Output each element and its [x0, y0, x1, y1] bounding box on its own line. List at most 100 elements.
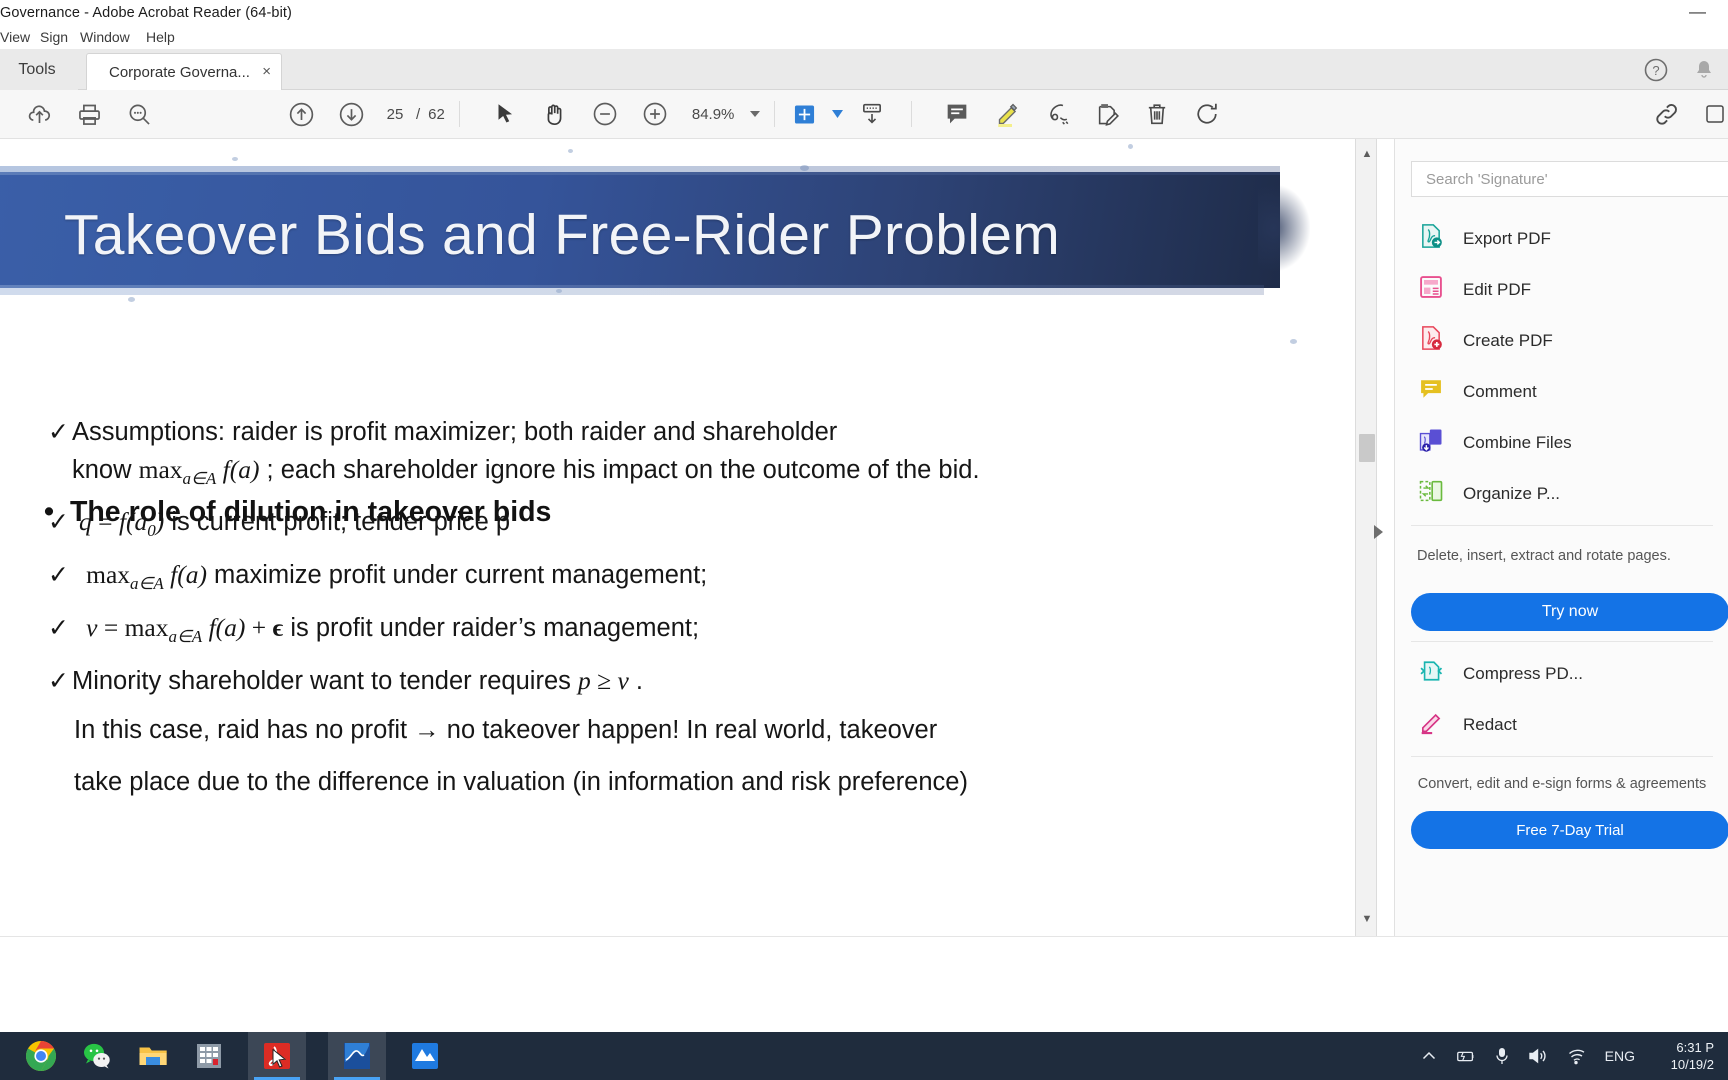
menu-item-window[interactable]: Window [80, 29, 130, 45]
wechat-taskbar-icon[interactable] [80, 1039, 114, 1073]
math-epsilon: ϵ [272, 613, 284, 642]
organize-promo-text: Delete, insert, extract and rotate pages… [1417, 548, 1671, 564]
show-hidden-icons[interactable] [1420, 1047, 1438, 1065]
window-title: Governance - Adobe Acrobat Reader (64-bi… [0, 5, 292, 21]
volume-icon[interactable] [1527, 1046, 1549, 1066]
redact-icon [1417, 708, 1445, 741]
math-arg: (a) [177, 560, 207, 589]
document-tab[interactable]: Corporate Governa... × [86, 53, 282, 90]
chevron-down-icon[interactable] [750, 111, 761, 117]
banner-speck [568, 149, 573, 153]
scroll-mode-icon[interactable] [847, 90, 897, 139]
tool-item-create-pdf[interactable]: Create PDF [1395, 315, 1728, 366]
select-arrow-icon[interactable] [480, 90, 530, 139]
tool-item-redact[interactable]: Redact [1395, 699, 1728, 750]
tool-label: Redact [1463, 714, 1517, 734]
trash-icon[interactable] [1132, 90, 1182, 139]
fill-and-sign-icon[interactable] [1082, 90, 1132, 139]
fit-page-dropdown-icon[interactable] [827, 90, 847, 139]
pdf-document-viewport[interactable]: Takeover Bids and Free-Rider Problem • Th… [0, 139, 1355, 936]
try-now-button[interactable]: Try now [1411, 593, 1728, 631]
tools-search-placeholder: Search 'Signature' [1426, 170, 1548, 188]
microphone-icon[interactable] [1494, 1046, 1510, 1066]
help-circle-icon[interactable]: ? [1632, 49, 1680, 90]
tools-search-input[interactable]: Search 'Signature' [1411, 161, 1728, 197]
menu-item-view[interactable]: View [0, 29, 30, 45]
editor-taskbar-icon[interactable] [328, 1032, 386, 1080]
file-explorer-taskbar-icon[interactable] [136, 1039, 170, 1073]
battery-icon[interactable] [1455, 1047, 1477, 1065]
checkmark-icon: ✓ [48, 667, 69, 695]
math-max: max [124, 613, 169, 642]
chevron-up-icon[interactable]: ▲ [1356, 143, 1378, 165]
current-page-input[interactable]: 25 [382, 106, 408, 123]
slide-line-3-suffix: is current profit; tender price p [164, 508, 511, 536]
math-geq: ≥ [590, 666, 618, 695]
input-language-indicator[interactable]: ENG [1605, 1048, 1635, 1064]
math-subscript: 0 [147, 521, 156, 541]
pdf-page-25: Takeover Bids and Free-Rider Problem • Th… [0, 139, 1355, 936]
chrome-taskbar-icon[interactable] [24, 1039, 58, 1073]
banner-speck [1128, 144, 1133, 149]
tool-item-comment[interactable]: Comment [1395, 366, 1728, 417]
page-down-icon[interactable] [326, 90, 376, 139]
scrollbar-thumb[interactable] [1359, 434, 1375, 462]
wifi-icon[interactable] [1566, 1047, 1588, 1065]
slide-paragraph-line-1: In this case, raid has no profit → no ta… [74, 716, 938, 744]
math-subscript: a∈A [130, 574, 164, 594]
panel-collapse-icon[interactable] [1374, 525, 1383, 539]
fit-page-icon[interactable] [781, 90, 827, 139]
zoom-control[interactable]: 84.9% [692, 106, 761, 123]
tool-label: Create PDF [1463, 330, 1553, 350]
upload-cloud-icon[interactable] [14, 90, 64, 139]
window-minimize-button[interactable]: — [1689, 3, 1706, 20]
search-zoom-icon[interactable] [114, 90, 164, 139]
menu-item-sign[interactable]: Sign [40, 29, 68, 45]
tool-item-compress-pdf[interactable]: Compress PD... [1395, 648, 1728, 699]
taskbar-date: 10/19/2 [1670, 1057, 1714, 1072]
page-number-control[interactable]: 25 / 62 [382, 106, 445, 123]
close-icon[interactable]: × [262, 63, 271, 80]
calculator-taskbar-icon[interactable] [192, 1039, 226, 1073]
esign-promo: Convert, edit and e-sign forms & agreeme… [1395, 763, 1728, 795]
organize-promo: Delete, insert, extract and rotate pages… [1395, 532, 1728, 575]
checkmark-icon: ✓ [48, 418, 69, 446]
print-icon[interactable] [64, 90, 114, 139]
taskbar-time: 6:31 P [1676, 1040, 1714, 1055]
onedrive-taskbar-icon[interactable] [408, 1039, 442, 1073]
tool-label: Edit PDF [1463, 279, 1532, 299]
taskbar-clock[interactable]: 6:31 P 10/19/2 [1652, 1039, 1714, 1073]
share-link-icon[interactable] [1642, 90, 1692, 139]
banner-speck [128, 297, 135, 302]
window-title-bar: Governance - Adobe Acrobat Reader (64-bi… [0, 0, 1728, 27]
math-f: f [202, 613, 216, 642]
more-tools-icon[interactable] [1702, 90, 1728, 139]
notification-bell-icon[interactable] [1680, 49, 1728, 90]
zoom-out-icon[interactable] [580, 90, 630, 139]
tools-tab[interactable]: Tools [0, 49, 78, 90]
comment-icon[interactable] [932, 90, 982, 139]
tool-item-export-pdf[interactable]: Export PDF [1395, 213, 1728, 264]
tool-item-edit-pdf[interactable]: Edit PDF [1395, 264, 1728, 315]
checkmark-icon: ✓ [48, 614, 69, 642]
zoom-in-icon[interactable] [630, 90, 680, 139]
total-pages: 62 [428, 105, 445, 123]
highlight-icon[interactable] [982, 90, 1032, 139]
panel-divider [1411, 525, 1713, 526]
math-f: f [118, 507, 127, 536]
chevron-down-icon[interactable]: ▼ [1356, 908, 1378, 930]
page-up-icon[interactable] [276, 90, 326, 139]
math-v: v [617, 666, 629, 695]
tool-item-organize-pages[interactable]: Organize P... [1395, 468, 1728, 519]
freehand-draw-icon[interactable] [1032, 90, 1082, 139]
free-trial-button[interactable]: Free 7-Day Trial [1411, 811, 1728, 849]
comment-icon [1417, 375, 1445, 408]
banner-brush-tail [1258, 185, 1310, 271]
acrobat-reader-taskbar-icon[interactable] [248, 1032, 306, 1080]
tool-item-combine-files[interactable]: Combine Files [1395, 417, 1728, 468]
math-paren-close: ) [155, 507, 165, 536]
hand-tool-icon[interactable] [530, 90, 580, 139]
rotate-icon[interactable] [1182, 90, 1232, 139]
edit-pdf-icon [1417, 273, 1445, 306]
menu-item-help[interactable]: Help [146, 29, 175, 45]
